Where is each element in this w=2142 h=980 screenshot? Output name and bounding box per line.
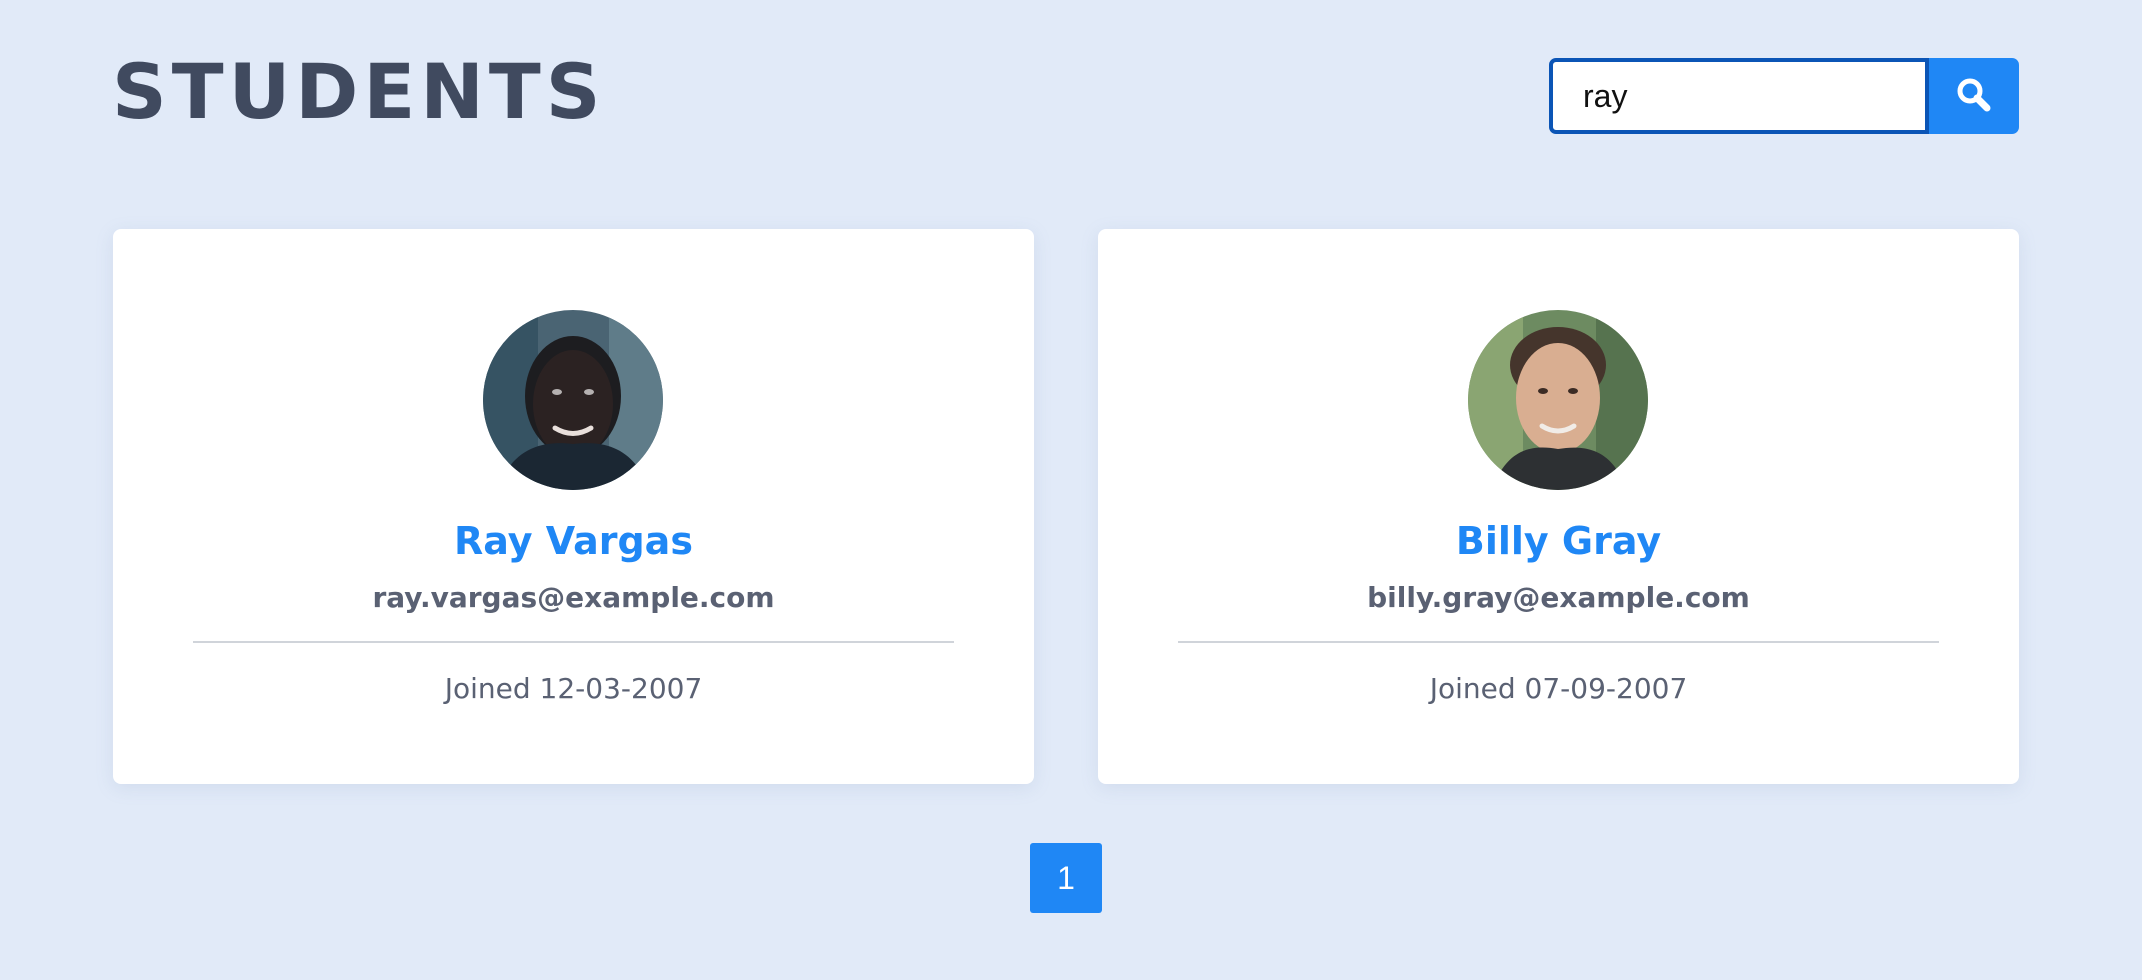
page-title: STUDENTS: [112, 47, 606, 136]
card-divider: [193, 641, 954, 643]
search-input[interactable]: [1549, 58, 1929, 134]
page-number-button[interactable]: 1: [1030, 843, 1102, 913]
search-box: [1549, 58, 2019, 134]
pagination: 1: [1030, 843, 1102, 913]
student-email: ray.vargas@example.com: [372, 581, 775, 614]
student-name[interactable]: Billy Gray: [1098, 519, 2019, 565]
search-icon: [1954, 75, 1994, 118]
search-button[interactable]: [1929, 58, 2019, 134]
student-card: Billy Gray billy.gray@example.com Joined…: [1098, 229, 2019, 784]
card-divider: [1178, 641, 1939, 643]
joined-date: Joined 12-03-2007: [444, 672, 703, 705]
student-email: billy.gray@example.com: [1367, 581, 1750, 614]
student-name[interactable]: Ray Vargas: [113, 519, 1034, 565]
student-card: Ray Vargas ray.vargas@example.com Joined…: [113, 229, 1034, 784]
students-page: STUDENTS ray Ray Vargas ray.vargas@examp…: [0, 0, 2142, 980]
student-avatar: [1468, 310, 1648, 490]
joined-date: Joined 07-09-2007: [1429, 672, 1688, 705]
student-avatar: [483, 310, 663, 490]
student-card-list: Ray Vargas ray.vargas@example.com Joined…: [113, 229, 2019, 784]
